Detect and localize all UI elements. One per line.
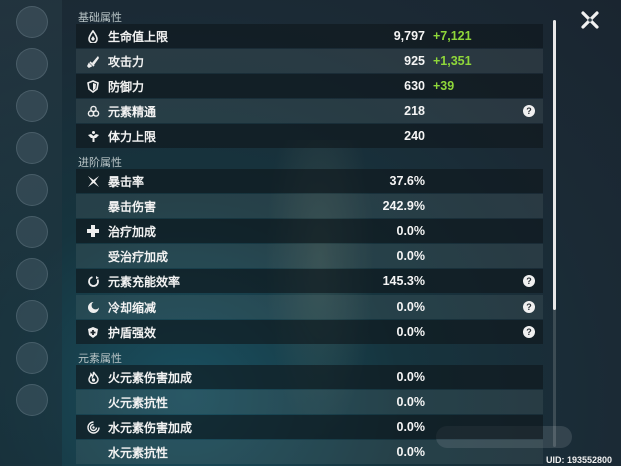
stat-value: 240 [404,129,425,143]
crit-rate-icon [86,174,100,188]
stat-row-hydro-res: 水元素抗性 0.0% [76,440,543,464]
energy-recharge-icon [86,274,100,288]
stat-label: 冷却缩减 [108,300,157,315]
sidebar-avatar[interactable] [16,132,48,164]
stat-row-atk: 攻击力 925 +1,351 [76,49,543,73]
stat-label: 治疗加成 [108,224,157,239]
sidebar-avatar[interactable] [16,342,48,374]
close-icon [581,11,599,29]
shield-strength-icon [86,325,100,339]
stat-value: 0.0% [396,420,426,434]
stat-label: 火元素伤害加成 [108,370,193,385]
stat-row-hydro-dmg: 水元素伤害加成 0.0% [76,415,543,439]
stat-value: 630 [404,79,425,93]
stat-bonus: +7,121 [433,29,472,43]
stat-row-shield-strength: 护盾强效 0.0% ? [76,320,543,344]
sidebar-avatar[interactable] [16,90,48,122]
sidebar-avatar[interactable] [16,216,48,248]
stat-value: 925 [404,54,425,68]
stat-row-pyro-dmg: 火元素伤害加成 0.0% [76,365,543,389]
attribute-panel: 基础属性 生命值上限 9,797 +7,121 攻击力 925 +1,351 防… [76,0,546,466]
character-sidebar-background [0,0,62,466]
hydro-icon [86,420,100,434]
defense-shield-icon [86,79,100,93]
stat-row-crit-rate: 暴击率 37.6% [76,169,543,193]
uid-label: UID: 193552800 [546,455,613,465]
sidebar-avatar[interactable] [16,384,48,416]
stat-value: 0.0% [396,249,426,263]
stat-value: 0.0% [396,445,426,459]
stat-label: 元素充能效率 [108,274,181,289]
stat-value: 9,797 [393,29,425,43]
scrollbar-track[interactable] [553,20,556,447]
stat-row-healing: 治疗加成 0.0% [76,219,543,243]
stat-value: 0.0% [396,395,426,409]
close-button[interactable] [579,9,601,31]
stat-bonus: +39 [433,79,455,93]
stat-value: 145.3% [382,274,425,288]
stat-value: 0.0% [396,370,426,384]
stat-row-def: 防御力 630 +39 [76,74,543,98]
sidebar-avatar[interactable] [16,6,48,38]
elemental-mastery-icon [86,104,100,118]
stat-label: 攻击力 [108,54,145,69]
stat-bonus: +1,351 [433,54,472,68]
help-icon[interactable]: ? [523,275,535,287]
stat-row-incoming-healing: 受治疗加成 0.0% [76,244,543,268]
sidebar-avatar[interactable] [16,258,48,290]
stamina-icon [86,129,100,143]
stat-label: 体力上限 [108,129,157,144]
stat-value: 0.0% [396,224,426,238]
healing-cross-icon [86,224,100,238]
stat-row-crit-dmg: 暴击伤害 242.9% [76,194,543,218]
stat-value: 0.0% [396,325,426,339]
pyro-icon [86,370,100,384]
stat-label: 受治疗加成 [108,249,169,264]
section-title-elemental: 元素属性 [78,353,122,365]
stat-label: 暴击率 [108,174,145,189]
stat-label: 火元素抗性 [108,395,169,410]
attack-sword-icon [86,54,100,68]
hp-drop-icon [86,29,100,43]
stat-label: 水元素伤害加成 [108,420,193,435]
sidebar-avatar[interactable] [16,48,48,80]
stat-label: 护盾强效 [108,325,157,340]
stat-row-cooldown: 冷却缩减 0.0% ? [76,295,543,319]
stat-label: 水元素抗性 [108,445,169,460]
scrollbar-thumb[interactable] [553,20,556,310]
stat-value: 0.0% [396,300,426,314]
section-title-advanced: 进阶属性 [78,157,122,169]
stat-row-energy-recharge: 元素充能效率 145.3% ? [76,269,543,293]
stat-value: 37.6% [389,174,425,188]
stat-row-stamina: 体力上限 240 [76,124,543,148]
help-icon[interactable]: ? [523,326,535,338]
help-icon[interactable]: ? [523,301,535,313]
stat-label: 生命值上限 [108,29,169,44]
cooldown-icon [86,300,100,314]
stat-label: 防御力 [108,79,145,94]
stat-row-pyro-res: 火元素抗性 0.0% [76,390,543,414]
help-icon[interactable]: ? [523,105,535,117]
stat-value: 218 [404,104,425,118]
stat-label: 元素精通 [108,104,157,119]
stat-row-hp: 生命值上限 9,797 +7,121 [76,24,543,48]
sidebar-avatar[interactable] [16,174,48,206]
stat-row-em: 元素精通 218 ? [76,99,543,123]
stat-label: 暴击伤害 [108,199,157,214]
section-title-basic: 基础属性 [78,12,122,24]
sidebar-avatar[interactable] [16,300,48,332]
stat-value: 242.9% [382,199,425,213]
